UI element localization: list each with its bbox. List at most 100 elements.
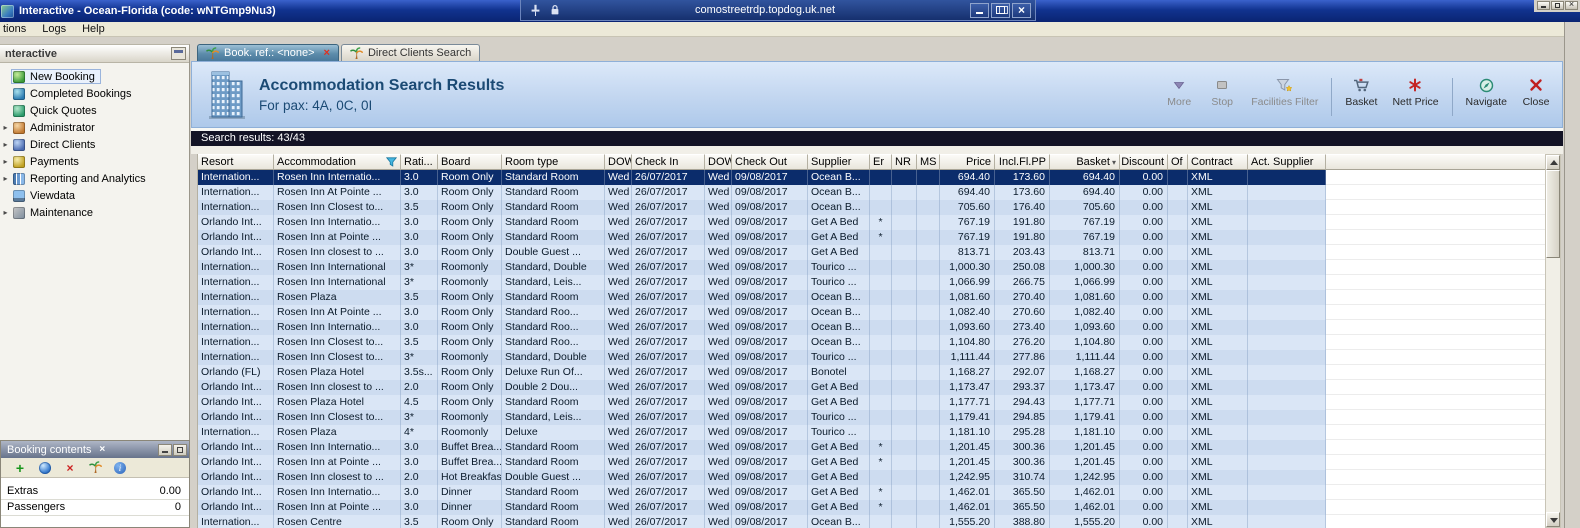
- column-header-check-out[interactable]: Check Out: [732, 154, 808, 170]
- sidebar-item-reporting-and-analytics[interactable]: ▸ Reporting and Analytics: [0, 170, 189, 187]
- table-row[interactable]: Orlando Int... Rosen Inn Internatio... 3.0…: [198, 485, 1545, 500]
- rdp-close-button[interactable]: [1012, 2, 1031, 18]
- filter-funnel-icon[interactable]: [384, 157, 397, 167]
- pin-icon[interactable]: [530, 4, 541, 17]
- booking-contents-collapse-button[interactable]: [158, 443, 172, 456]
- column-header-contract[interactable]: Contract: [1188, 154, 1248, 170]
- expand-arrow-icon[interactable]: ▸: [0, 123, 11, 132]
- table-row[interactable]: Orlando Int... Rosen Inn closest to ... 3.…: [198, 245, 1545, 260]
- column-header-price[interactable]: Price: [940, 154, 995, 170]
- column-header-dow[interactable]: DOW: [705, 154, 732, 170]
- table-row[interactable]: Orlando Int... Rosen Inn at Pointe ... 3.0…: [198, 455, 1545, 470]
- add-icon[interactable]: +: [13, 460, 27, 475]
- sidebar-item-quick-quotes[interactable]: Quick Quotes: [0, 102, 189, 119]
- column-header-rati[interactable]: Rati...: [401, 154, 438, 170]
- column-header-supplier[interactable]: Supplier: [808, 154, 870, 170]
- table-row[interactable]: Orlando Int... Rosen Inn Closest to... 3* R…: [198, 410, 1545, 425]
- booking-contents-row-extras[interactable]: Extras 0.00: [1, 484, 189, 500]
- menu-item-logs[interactable]: Logs: [34, 23, 74, 35]
- sidebar-collapse-button[interactable]: [171, 47, 186, 60]
- table-row[interactable]: Orlando (FL) Rosen Plaza Hotel 3.5s... Room…: [198, 365, 1545, 380]
- expand-arrow-icon[interactable]: ▸: [0, 157, 11, 166]
- booking-contents-header[interactable]: Booking contents ×: [1, 441, 189, 458]
- window-minimize-button[interactable]: [1537, 1, 1550, 10]
- sidebar-item-viewdata[interactable]: Viewdata: [0, 187, 189, 204]
- expand-arrow-icon[interactable]: ▸: [0, 140, 11, 149]
- more-button[interactable]: More: [1161, 74, 1197, 108]
- cell-discount: 0.00: [1120, 350, 1168, 365]
- rdp-restore-button[interactable]: [991, 2, 1010, 18]
- column-header-room-type[interactable]: Room type: [502, 154, 605, 170]
- scroll-thumb[interactable]: [1546, 170, 1560, 258]
- vertical-scrollbar[interactable]: [1545, 154, 1561, 528]
- column-header-incl-fl-pp[interactable]: Incl.Fl.PP: [995, 154, 1050, 170]
- window-maximize-button[interactable]: [1551, 1, 1564, 10]
- table-row[interactable]: Internation... Rosen Inn International 3* R…: [198, 275, 1545, 290]
- column-header-act-supplier[interactable]: Act. Supplier: [1248, 154, 1326, 170]
- column-header-er[interactable]: Er: [870, 154, 892, 170]
- table-row[interactable]: Orlando Int... Rosen Inn at Pointe ... 3.0…: [198, 230, 1545, 245]
- tab-close-icon[interactable]: ×: [324, 46, 330, 60]
- sidebar-item-completed-bookings[interactable]: Completed Bookings: [0, 85, 189, 102]
- booking-contents-float-button[interactable]: [173, 443, 187, 456]
- expand-arrow-icon[interactable]: ▸: [0, 208, 11, 217]
- column-header-board[interactable]: Board: [438, 154, 502, 170]
- sidebar-item-new-booking[interactable]: New Booking: [0, 68, 189, 85]
- column-header-of[interactable]: Of: [1168, 154, 1188, 170]
- tab-direct-clients-search[interactable]: Direct Clients Search: [340, 44, 481, 61]
- table-row[interactable]: Orlando Int... Rosen Inn Internatio... 3.0…: [198, 440, 1545, 455]
- table-row[interactable]: Internation... Rosen Inn Closest to... 3.5…: [198, 335, 1545, 350]
- booking-contents-row-partial[interactable]: [1, 516, 189, 527]
- sidebar-item-direct-clients[interactable]: ▸ Direct Clients: [0, 136, 189, 153]
- table-row[interactable]: Internation... Rosen Inn Internatio... 3.0…: [198, 170, 1545, 185]
- table-row[interactable]: Internation... Rosen Inn International 3* R…: [198, 260, 1545, 275]
- menu-item-help[interactable]: Help: [74, 23, 113, 35]
- scroll-up-button[interactable]: [1546, 155, 1560, 170]
- delete-icon[interactable]: ×: [63, 460, 77, 475]
- sidebar-item-maintenance[interactable]: ▸ Maintenance: [0, 204, 189, 221]
- sidebar-item-administrator[interactable]: ▸ Administrator: [0, 119, 189, 136]
- nett-price-button[interactable]: Nett Price: [1388, 74, 1442, 108]
- booking-contents-close-icon[interactable]: ×: [99, 442, 105, 457]
- expand-arrow-icon[interactable]: ▸: [0, 174, 11, 183]
- column-header-basket[interactable]: Basket ▾: [1050, 154, 1120, 170]
- table-row[interactable]: Internation... Rosen Inn Closest to... 3.5…: [198, 200, 1545, 215]
- facilities-filter-button[interactable]: Facilities Filter: [1247, 74, 1322, 108]
- table-row[interactable]: Internation... Rosen Inn At Pointe ... 3.0…: [198, 185, 1545, 200]
- rdp-minimize-button[interactable]: [970, 2, 989, 18]
- window-close-button[interactable]: [1565, 0, 1578, 10]
- tab-book-ref-none[interactable]: Book. ref.: <none> ×: [197, 44, 339, 61]
- table-row[interactable]: Orlando Int... Rosen Plaza Hotel 4.5 Room O…: [198, 395, 1545, 410]
- basket-button[interactable]: Basket: [1341, 74, 1381, 108]
- column-header-discount[interactable]: Discount: [1120, 154, 1168, 170]
- column-header-check-in[interactable]: Check In: [632, 154, 705, 170]
- table-row[interactable]: Internation... Rosen Centre 3.5 Room Only St…: [198, 515, 1545, 528]
- table-row[interactable]: Orlando Int... Rosen Inn at Pointe ... 3.0…: [198, 500, 1545, 515]
- scroll-down-button[interactable]: [1546, 512, 1560, 527]
- sidebar-item-payments[interactable]: ▸ Payments: [0, 153, 189, 170]
- table-row[interactable]: Internation... Rosen Plaza 4* Roomonly Delux…: [198, 425, 1545, 440]
- table-row[interactable]: Orlando Int... Rosen Inn closest to ... 2.…: [198, 470, 1545, 485]
- navigate-button[interactable]: Navigate: [1462, 74, 1511, 108]
- table-row[interactable]: Orlando Int... Rosen Inn closest to ... 2.…: [198, 380, 1545, 395]
- info-icon[interactable]: i: [113, 460, 127, 475]
- cell-ms: [917, 215, 940, 230]
- menu-item-tions[interactable]: tions: [0, 23, 34, 35]
- sidebar-item-label: Completed Bookings: [30, 87, 132, 100]
- column-header-resort[interactable]: Resort: [198, 154, 274, 170]
- table-row[interactable]: Orlando Int... Rosen Inn Internatio... 3.0…: [198, 215, 1545, 230]
- stop-button[interactable]: Stop: [1204, 74, 1240, 108]
- booking-contents-row-passengers[interactable]: Passengers 0: [1, 500, 189, 516]
- table-row[interactable]: Internation... Rosen Inn At Pointe ... 3.0…: [198, 305, 1545, 320]
- table-row[interactable]: Internation... Rosen Plaza 3.5 Room Only Sta…: [198, 290, 1545, 305]
- close-button[interactable]: Close: [1518, 74, 1554, 108]
- table-row[interactable]: Internation... Rosen Inn Closest to... 3* R…: [198, 350, 1545, 365]
- table-row[interactable]: Internation... Rosen Inn Internatio... 3.0…: [198, 320, 1545, 335]
- cell-act-supplier: [1248, 425, 1326, 440]
- column-header-dow[interactable]: DOW: [605, 154, 632, 170]
- palm-icon[interactable]: [88, 460, 102, 475]
- column-header-ms[interactable]: MS: [917, 154, 940, 170]
- column-header-accommodation[interactable]: Accommodation: [274, 154, 401, 170]
- globe-icon[interactable]: [38, 460, 52, 475]
- column-header-nr[interactable]: NR: [892, 154, 917, 170]
